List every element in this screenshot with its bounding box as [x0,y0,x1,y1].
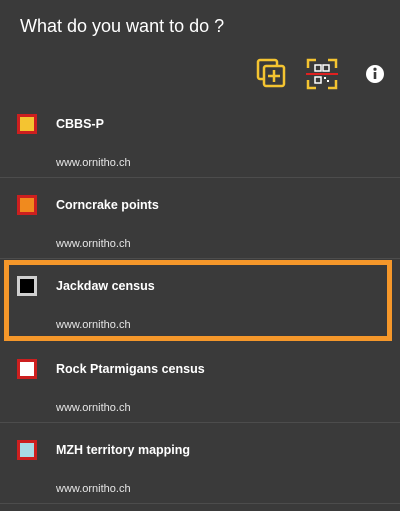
item-color-swatch [17,114,37,134]
item-site: www.ornitho.ch [56,483,131,495]
add-copy-button[interactable] [254,56,290,92]
item-color-swatch [17,276,37,296]
list-item[interactable]: Rock Ptarmigans census www.ornitho.ch [0,342,400,423]
list-item[interactable]: Jackdaw census www.ornitho.ch [4,260,392,341]
item-name: MZH territory mapping [56,443,191,457]
item-site: www.ornitho.ch [56,319,131,331]
item-name: Corncrake points [56,198,159,212]
item-name: Jackdaw census [56,279,155,293]
qr-scan-button[interactable] [304,56,340,92]
item-site: www.ornitho.ch [56,402,131,414]
item-site: www.ornitho.ch [56,238,131,250]
page-title: What do you want to do ? [20,16,225,36]
qr-scan-icon [306,58,338,90]
toolbar [0,56,400,92]
info-icon [366,65,384,83]
list-item[interactable]: Corncrake points www.ornitho.ch [0,178,400,259]
activity-list: CBBS-P www.ornitho.ch Corncrake points w… [0,97,400,504]
add-copy-icon [256,58,286,88]
item-color-swatch [17,440,37,460]
item-color-swatch [17,195,37,215]
item-color-swatch [17,359,37,379]
item-name: CBBS-P [56,117,104,131]
item-site: www.ornitho.ch [56,157,131,169]
list-item[interactable]: CBBS-P www.ornitho.ch [0,97,400,178]
item-name: Rock Ptarmigans census [56,362,205,376]
list-item[interactable]: MZH territory mapping www.ornitho.ch [0,423,400,504]
info-button[interactable] [357,56,393,92]
